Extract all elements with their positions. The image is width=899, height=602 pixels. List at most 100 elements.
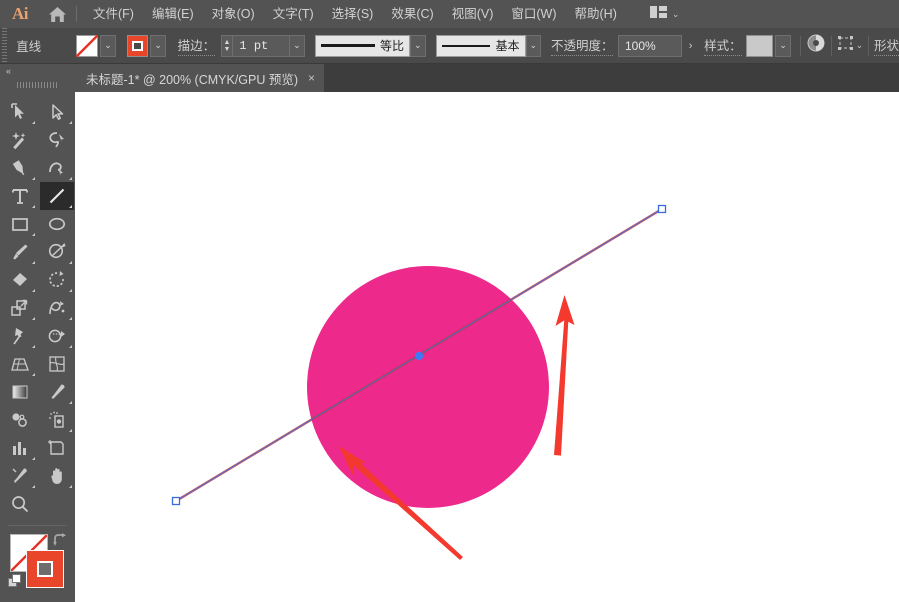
tool-row bbox=[0, 154, 75, 182]
tool-artboard[interactable] bbox=[40, 434, 74, 462]
recolor-artwork-button[interactable] bbox=[806, 35, 826, 57]
tool-selection[interactable] bbox=[3, 98, 37, 126]
swap-fill-stroke-icon[interactable] bbox=[53, 533, 68, 552]
tool-symbol-sprayer[interactable] bbox=[40, 406, 74, 434]
stroke-weight-stepper[interactable]: ▲ ▼ bbox=[221, 35, 233, 57]
tool-gradient[interactable] bbox=[3, 378, 37, 406]
tool-grid bbox=[0, 92, 75, 518]
tool-curvature[interactable] bbox=[40, 154, 74, 182]
tool-zoom[interactable] bbox=[3, 490, 37, 518]
tool-width[interactable] bbox=[40, 294, 74, 322]
graphic-style-dropdown[interactable]: ⌄ bbox=[775, 35, 791, 57]
pink-circle-shape[interactable] bbox=[307, 266, 549, 508]
flyout-triangle-icon bbox=[32, 457, 35, 460]
stroke-swatch-inner bbox=[132, 41, 143, 51]
stroke-weight-dropdown[interactable]: ⌄ bbox=[290, 35, 305, 57]
document-tab[interactable]: 未标题-1* @ 200% (CMYK/GPU 预览) × bbox=[75, 64, 325, 92]
brush-definition-dropdown[interactable]: ⌄ bbox=[526, 35, 542, 57]
tool-column-graph[interactable] bbox=[3, 434, 37, 462]
opacity-label[interactable]: 不透明度： bbox=[551, 35, 614, 56]
line-anchor-end[interactable] bbox=[659, 206, 666, 213]
canvas-artboard[interactable] bbox=[75, 92, 899, 602]
line-center-point[interactable] bbox=[415, 352, 423, 360]
blend-icon bbox=[10, 410, 30, 430]
tool-eraser[interactable] bbox=[3, 266, 37, 294]
flyout-triangle-icon bbox=[69, 485, 72, 488]
magic-wand-icon bbox=[10, 130, 30, 150]
line-anchor-start[interactable] bbox=[173, 498, 180, 505]
tool-type[interactable] bbox=[3, 182, 37, 210]
tool-lasso[interactable] bbox=[40, 126, 74, 154]
menu-select[interactable]: 选择(S) bbox=[323, 0, 383, 28]
arrange-documents-button[interactable]: ⌄ bbox=[638, 5, 680, 23]
opacity-input[interactable]: 100% bbox=[618, 35, 683, 57]
ai-logo: Ai bbox=[0, 0, 40, 28]
menu-help[interactable]: 帮助(H) bbox=[566, 0, 626, 28]
arrange-documents-icon bbox=[650, 5, 667, 23]
home-button[interactable] bbox=[40, 0, 74, 28]
graphic-style-swatch[interactable] bbox=[746, 35, 773, 57]
menu-type[interactable]: 文字(T) bbox=[264, 0, 323, 28]
flyout-triangle-icon bbox=[69, 205, 72, 208]
control-bar-grip[interactable] bbox=[0, 28, 8, 64]
eyedropper-icon bbox=[47, 382, 67, 402]
tool-row bbox=[0, 462, 75, 490]
tool-pen[interactable] bbox=[3, 154, 37, 182]
stroke-weight-input[interactable]: 1 pt bbox=[232, 35, 289, 57]
tool-scale[interactable] bbox=[3, 294, 37, 322]
style-label[interactable]: 样式： bbox=[704, 35, 742, 56]
tool-rotate[interactable] bbox=[40, 266, 74, 294]
tool-row bbox=[0, 182, 75, 210]
align-button[interactable]: ⌄ bbox=[837, 35, 864, 56]
menu-window[interactable]: 窗口(W) bbox=[502, 0, 565, 28]
flyout-triangle-icon bbox=[32, 373, 35, 376]
symbol-sprayer-icon bbox=[47, 410, 67, 430]
collapse-panel-icon[interactable]: « bbox=[0, 64, 75, 78]
close-icon[interactable]: × bbox=[308, 72, 315, 84]
stroke-swatch[interactable] bbox=[26, 550, 64, 588]
menu-object[interactable]: 对象(O) bbox=[203, 0, 264, 28]
flyout-triangle-icon bbox=[32, 317, 35, 320]
home-icon bbox=[48, 6, 67, 23]
default-fill-stroke-icon[interactable] bbox=[8, 574, 22, 588]
tool-mesh[interactable] bbox=[40, 350, 74, 378]
tool-rectangle[interactable] bbox=[3, 210, 37, 238]
tool-free-transform[interactable] bbox=[3, 322, 37, 350]
tool-hand[interactable] bbox=[40, 462, 74, 490]
tool-magic-wand[interactable] bbox=[3, 126, 37, 154]
shaper-icon bbox=[47, 242, 67, 262]
menu-view[interactable]: 视图(V) bbox=[443, 0, 503, 28]
tool-row bbox=[0, 490, 75, 518]
fill-stroke-controls bbox=[0, 532, 75, 598]
tool-eyedropper[interactable] bbox=[40, 378, 74, 406]
tool-direct-selection[interactable] bbox=[40, 98, 74, 126]
fill-swatch-dropdown[interactable]: ⌄ bbox=[100, 35, 116, 57]
tool-paintbrush[interactable] bbox=[3, 238, 37, 266]
tool-slice[interactable] bbox=[3, 462, 37, 490]
shape-options-label[interactable]: 形状 bbox=[874, 35, 899, 56]
stroke-color-swatch[interactable] bbox=[127, 35, 149, 57]
menu-effect[interactable]: 效果(C) bbox=[382, 0, 442, 28]
fill-color-swatch[interactable] bbox=[76, 35, 98, 57]
align-chevron-down-icon: ⌄ bbox=[856, 41, 864, 50]
variable-width-profile-box[interactable]: 等比 bbox=[315, 35, 410, 57]
stroke-swatch-dropdown[interactable]: ⌄ bbox=[150, 35, 166, 57]
brush-definition-box[interactable]: 基本 bbox=[436, 35, 526, 57]
pen-icon bbox=[10, 158, 30, 178]
scale-icon bbox=[10, 298, 30, 318]
selection-arrow-icon bbox=[10, 102, 30, 122]
tools-panel: « bbox=[0, 64, 75, 602]
shape-builder-icon bbox=[47, 326, 67, 346]
tool-perspective-grid[interactable] bbox=[3, 350, 37, 378]
stroke-weight-label[interactable]: 描边： bbox=[178, 35, 216, 56]
tool-shape-builder[interactable] bbox=[40, 322, 74, 350]
menu-edit[interactable]: 编辑(E) bbox=[143, 0, 203, 28]
opacity-options-arrow[interactable]: › bbox=[682, 35, 698, 57]
tool-shaper[interactable] bbox=[40, 238, 74, 266]
variable-width-dropdown[interactable]: ⌄ bbox=[410, 35, 426, 57]
menu-file[interactable]: 文件(F) bbox=[84, 0, 143, 28]
tool-blend[interactable] bbox=[3, 406, 37, 434]
tool-line-segment[interactable] bbox=[40, 182, 74, 210]
tool-ellipse[interactable] bbox=[40, 210, 74, 238]
tools-panel-grip[interactable] bbox=[0, 78, 75, 92]
